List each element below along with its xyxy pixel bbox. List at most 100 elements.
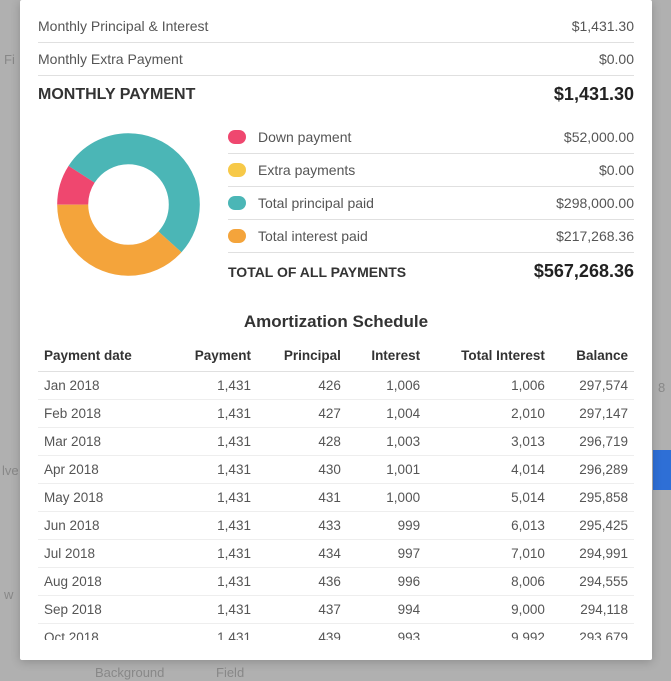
table-cell: 1,431: [168, 400, 257, 428]
table-cell: 997: [347, 540, 426, 568]
legend-row: Total interest paid$217,268.36: [228, 220, 634, 253]
table-cell: 1,431: [168, 456, 257, 484]
table-cell: Jul 2018: [38, 540, 168, 568]
table-cell: 295,425: [551, 512, 634, 540]
table-cell: 294,555: [551, 568, 634, 596]
table-cell: Oct 2018: [38, 624, 168, 641]
table-cell: 7,010: [426, 540, 551, 568]
table-cell: 993: [347, 624, 426, 641]
table-cell: 437: [257, 596, 347, 624]
table-cell: Mar 2018: [38, 428, 168, 456]
table-cell: 8,006: [426, 568, 551, 596]
table-cell: 5,014: [426, 484, 551, 512]
table-cell: 1,431: [168, 372, 257, 400]
table-row: Aug 20181,4314369968,006294,555: [38, 568, 634, 596]
table-cell: 996: [347, 568, 426, 596]
table-cell: 994: [347, 596, 426, 624]
table-cell: 1,006: [426, 372, 551, 400]
column-header: Principal: [257, 340, 347, 372]
payment-breakdown: Down payment$52,000.00Extra payments$0.0…: [38, 121, 634, 290]
schedule-title: Amortization Schedule: [38, 312, 634, 332]
table-cell: 1,431: [168, 596, 257, 624]
table-cell: 3,013: [426, 428, 551, 456]
table-row: Apr 20181,4314301,0014,014296,289: [38, 456, 634, 484]
legend-label: Down payment: [258, 129, 564, 145]
table-cell: 434: [257, 540, 347, 568]
legend-label: Total principal paid: [258, 195, 556, 211]
legend-total-label: TOTAL OF ALL PAYMENTS: [228, 264, 534, 280]
table-cell: 1,431: [168, 540, 257, 568]
table-cell: Jun 2018: [38, 512, 168, 540]
table-cell: 296,719: [551, 428, 634, 456]
donut-chart-column: [38, 121, 218, 290]
table-cell: 427: [257, 400, 347, 428]
schedule-scroll[interactable]: Payment datePaymentPrincipalInterestTota…: [38, 340, 634, 640]
table-cell: 428: [257, 428, 347, 456]
legend-label: Total interest paid: [258, 228, 556, 244]
table-cell: May 2018: [38, 484, 168, 512]
legend-value: $298,000.00: [556, 195, 634, 211]
label: Monthly Extra Payment: [38, 51, 183, 67]
table-cell: Sep 2018: [38, 596, 168, 624]
bg-text: 8: [658, 380, 665, 395]
legend-total-row: TOTAL OF ALL PAYMENTS $567,268.36: [228, 253, 634, 290]
legend-swatch: [228, 229, 246, 243]
legend-swatch: [228, 130, 246, 144]
table-cell: 1,431: [168, 484, 257, 512]
bg-text: lve: [2, 463, 19, 478]
table-cell: 296,289: [551, 456, 634, 484]
table-cell: 1,003: [347, 428, 426, 456]
legend-column: Down payment$52,000.00Extra payments$0.0…: [228, 121, 634, 290]
table-cell: 1,000: [347, 484, 426, 512]
legend-swatch: [228, 163, 246, 177]
legend-row: Down payment$52,000.00: [228, 121, 634, 154]
table-cell: 297,147: [551, 400, 634, 428]
table-cell: Jan 2018: [38, 372, 168, 400]
table-cell: 1,431: [168, 624, 257, 641]
row-principal-interest: Monthly Principal & Interest $1,431.30: [38, 10, 634, 43]
bg-text: Fi: [4, 52, 15, 67]
column-header: Interest: [347, 340, 426, 372]
table-cell: 436: [257, 568, 347, 596]
legend-row: Extra payments$0.00: [228, 154, 634, 187]
table-cell: 433: [257, 512, 347, 540]
table-row: Feb 20181,4314271,0042,010297,147: [38, 400, 634, 428]
column-header: Payment date: [38, 340, 168, 372]
table-cell: 9,000: [426, 596, 551, 624]
bg-text: Background: [95, 665, 164, 680]
table-cell: Aug 2018: [38, 568, 168, 596]
legend-total-value: $567,268.36: [534, 261, 634, 282]
row-extra-payment: Monthly Extra Payment $0.00: [38, 43, 634, 76]
column-header: Payment: [168, 340, 257, 372]
table-cell: 293,679: [551, 624, 634, 641]
table-cell: 4,014: [426, 456, 551, 484]
legend-value: $52,000.00: [564, 129, 634, 145]
table-cell: 2,010: [426, 400, 551, 428]
column-header: Total Interest: [426, 340, 551, 372]
schedule-header-row: Payment datePaymentPrincipalInterestTota…: [38, 340, 634, 372]
payment-summary-modal: Monthly Principal & Interest $1,431.30 M…: [20, 0, 652, 660]
table-row: Jan 20181,4314261,0061,006297,574: [38, 372, 634, 400]
table-cell: 431: [257, 484, 347, 512]
table-cell: Apr 2018: [38, 456, 168, 484]
table-cell: 295,858: [551, 484, 634, 512]
table-cell: 294,118: [551, 596, 634, 624]
table-row: Mar 20181,4314281,0033,013296,719: [38, 428, 634, 456]
table-cell: 1,431: [168, 428, 257, 456]
label: MONTHLY PAYMENT: [38, 86, 195, 104]
table-cell: 294,991: [551, 540, 634, 568]
column-header: Balance: [551, 340, 634, 372]
legend-label: Extra payments: [258, 162, 599, 178]
table-cell: 1,431: [168, 512, 257, 540]
table-row: Oct 20181,4314399939,992293,679: [38, 624, 634, 641]
table-cell: 426: [257, 372, 347, 400]
bg-text: Field: [216, 665, 244, 680]
table-cell: 297,574: [551, 372, 634, 400]
row-monthly-payment-total: MONTHLY PAYMENT $1,431.30: [38, 76, 634, 113]
table-cell: Feb 2018: [38, 400, 168, 428]
table-row: Sep 20181,4314379949,000294,118: [38, 596, 634, 624]
table-cell: 1,001: [347, 456, 426, 484]
value: $1,431.30: [572, 18, 634, 34]
bg-text: w: [4, 587, 13, 602]
table-cell: 1,006: [347, 372, 426, 400]
